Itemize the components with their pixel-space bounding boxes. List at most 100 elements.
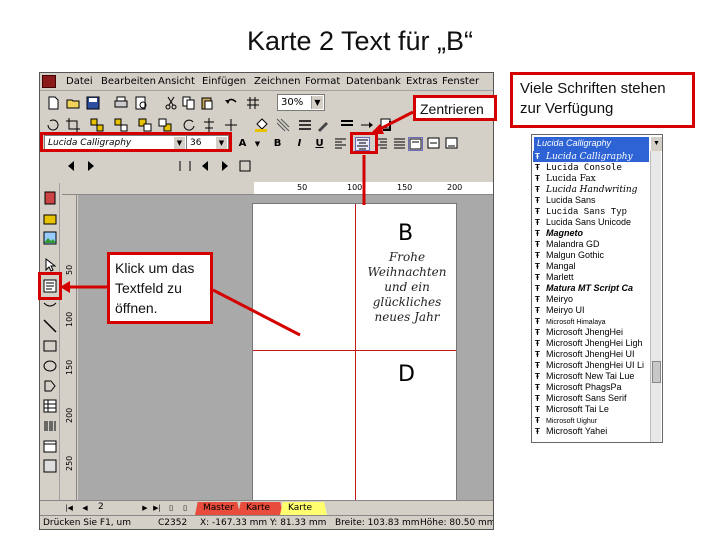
font-list-item[interactable]: Ŧ Microsoft Uighur	[533, 415, 649, 426]
font-list-item[interactable]: Ŧ Malandra GD	[533, 239, 649, 250]
font-list-item[interactable]: Ŧ Mangal	[533, 261, 649, 272]
polygon-tool-icon[interactable]	[43, 379, 57, 393]
pointer-icon[interactable]	[43, 257, 57, 272]
zoom-select[interactable]: 30% ▼	[277, 94, 325, 111]
pattern-icon[interactable]	[276, 118, 290, 132]
font-list-item[interactable]: Ŧ Microsoft JhengHei UI Li	[533, 360, 649, 371]
italic-icon[interactable]: I	[292, 137, 307, 151]
fill-bucket-icon[interactable]	[254, 118, 268, 132]
font-list-item[interactable]: Ŧ Meiryo UI	[533, 305, 649, 316]
valign-top-icon[interactable]	[408, 137, 423, 151]
paste-icon[interactable]	[200, 96, 214, 110]
page-settings-icon[interactable]: ▯	[180, 503, 190, 513]
save-icon[interactable]	[86, 96, 100, 110]
last-page-icon[interactable]: ▶|	[152, 503, 162, 513]
redraw-icon[interactable]	[182, 118, 196, 132]
menu-extras[interactable]: Extras	[406, 76, 438, 87]
next-page-icon[interactable]: ▶	[140, 503, 150, 513]
font-list-item[interactable]: Ŧ Microsoft JhengHei UI	[533, 349, 649, 360]
font-list-item[interactable]: Ŧ Microsoft New Tai Lue	[533, 371, 649, 382]
font-list-item[interactable]: Ŧ Lucida Calligraphy	[533, 151, 649, 162]
layer-icon[interactable]	[178, 159, 192, 173]
valign-bottom-icon[interactable]	[444, 137, 459, 151]
bold-icon[interactable]: B	[270, 137, 285, 151]
menu-einfuegen[interactable]: Einfügen	[202, 76, 246, 87]
tab-master[interactable]: Master	[195, 502, 240, 515]
menu-format[interactable]: Format	[305, 76, 340, 87]
new-file-icon[interactable]	[46, 96, 60, 110]
font-list-scrollbar[interactable]	[650, 151, 661, 442]
prev-page-icon[interactable]: ◀	[80, 503, 90, 513]
fit-icon[interactable]	[238, 159, 252, 173]
undo-icon[interactable]	[224, 96, 238, 110]
valign-middle-icon[interactable]	[426, 137, 441, 151]
art-text-icon[interactable]	[43, 299, 57, 313]
ellipse-tool-icon[interactable]	[43, 359, 57, 373]
tab-karte-2[interactable]: Karte 2	[280, 502, 327, 515]
copy-icon[interactable]	[182, 96, 196, 110]
send-back-icon[interactable]	[158, 118, 172, 132]
line-style-icon[interactable]	[298, 118, 312, 132]
font-list-item[interactable]: Ŧ Microsoft JhengHei	[533, 327, 649, 338]
font-list-item[interactable]: Ŧ Microsoft JhengHei Ligh	[533, 338, 649, 349]
preview-icon[interactable]	[134, 96, 148, 110]
first-page-icon[interactable]: |◀	[64, 503, 74, 513]
menu-datei[interactable]: Datei	[66, 76, 93, 87]
menu-bearbeiten[interactable]: Bearbeiten	[101, 76, 156, 87]
greeting-text[interactable]: Frohe Weihnachten und ein glückliches ne…	[357, 250, 457, 325]
shadow-icon[interactable]	[380, 118, 394, 132]
font-list-item[interactable]: Ŧ Lucida Console	[533, 162, 649, 173]
ungroup-icon[interactable]	[114, 118, 128, 132]
calendar-icon[interactable]	[43, 439, 57, 453]
font-dropdown-input[interactable]: Lucida Calligraphy	[534, 137, 649, 151]
print-icon[interactable]	[114, 96, 128, 110]
font-list-item[interactable]: Ŧ Malgun Gothic	[533, 250, 649, 261]
frame-left-icon[interactable]	[198, 159, 212, 173]
line-tool-icon[interactable]	[43, 319, 57, 333]
menu-ansicht[interactable]: Ansicht	[158, 76, 195, 87]
tab-karte-1[interactable]: Karte 1	[238, 502, 283, 515]
underline-icon[interactable]: U	[312, 137, 327, 151]
move-icon[interactable]	[224, 118, 238, 132]
menu-zeichnen[interactable]: Zeichnen	[254, 76, 300, 87]
chevron-down-icon[interactable]: ▼	[250, 137, 265, 151]
page-prev-icon[interactable]	[64, 159, 78, 173]
scrollbar-thumb[interactable]	[652, 361, 661, 383]
font-list-item[interactable]: Ŧ Lucida Fax	[533, 173, 649, 184]
table-tool-icon[interactable]	[43, 399, 57, 413]
crop-icon[interactable]	[66, 118, 80, 132]
font-list-item[interactable]: Ŧ Meiryo	[533, 294, 649, 305]
line-weight-icon[interactable]	[340, 118, 354, 132]
font-list-item[interactable]: Ŧ Lucida Sans Unicode	[533, 217, 649, 228]
card-page[interactable]: B D Frohe Weihnachten und ein glückliche…	[252, 203, 457, 503]
cut-icon[interactable]	[164, 96, 178, 110]
pen-icon[interactable]	[316, 118, 330, 132]
page-next-icon[interactable]	[84, 159, 98, 173]
arrow-style-icon[interactable]	[360, 118, 374, 132]
open-folder-icon[interactable]	[66, 96, 80, 110]
menu-fenster[interactable]: Fenster	[442, 76, 479, 87]
clipart-icon[interactable]	[43, 211, 57, 225]
group-icon[interactable]	[90, 118, 104, 132]
menu-datenbank[interactable]: Datenbank	[346, 76, 401, 87]
font-list-item[interactable]: Ŧ Microsoft Sans Serif	[533, 393, 649, 404]
chevron-down-icon[interactable]: ▼	[311, 96, 323, 109]
rotate-icon[interactable]	[46, 118, 60, 132]
grid-icon[interactable]	[246, 96, 260, 110]
chevron-down-icon[interactable]: ▼	[651, 137, 662, 151]
book-icon[interactable]	[43, 191, 57, 205]
font-list-item[interactable]: Ŧ Microsoft Himalaya	[533, 316, 649, 327]
font-list-item[interactable]: Ŧ Microsoft Tai Le	[533, 404, 649, 415]
barcode-icon[interactable]	[43, 419, 57, 433]
font-list-item[interactable]: Ŧ Microsoft PhagsPa	[533, 382, 649, 393]
justify-icon[interactable]	[392, 137, 407, 151]
font-list-item[interactable]: Ŧ Magneto	[533, 228, 649, 239]
add-page-icon[interactable]: ▯	[166, 503, 176, 513]
canvas-area[interactable]: B D Frohe Weihnachten und ein glückliche…	[78, 195, 493, 503]
font-list-item[interactable]: Ŧ Marlett	[533, 272, 649, 283]
frame-right-icon[interactable]	[218, 159, 232, 173]
rectangle-tool-icon[interactable]	[43, 339, 57, 353]
font-list-item[interactable]: Ŧ Lucida Handwriting	[533, 184, 649, 195]
font-list-item[interactable]: Ŧ Microsoft Yahei	[533, 426, 649, 437]
map-icon[interactable]	[43, 459, 57, 473]
